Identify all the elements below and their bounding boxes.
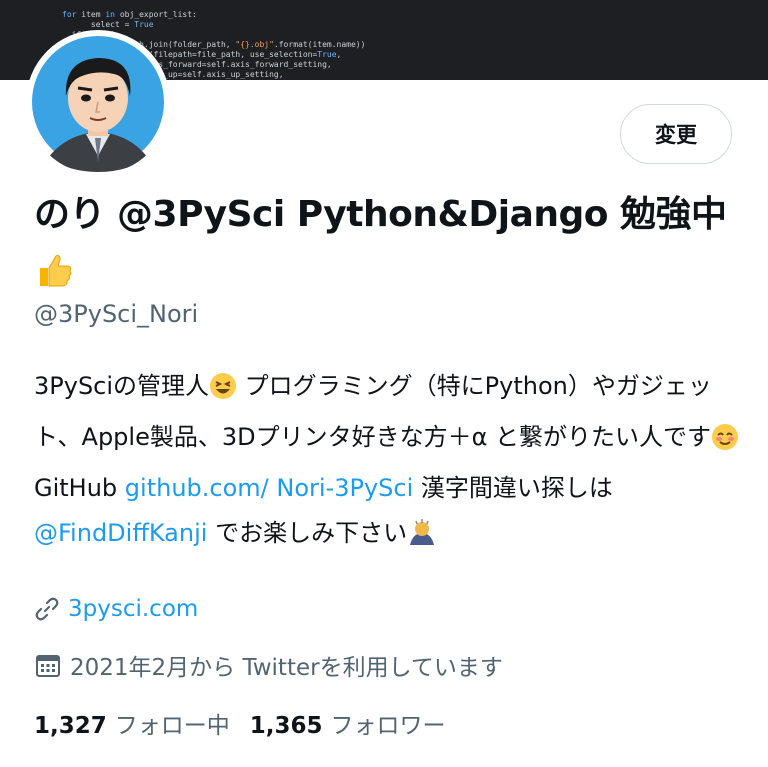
calendar-icon bbox=[34, 651, 62, 679]
followers-count: 1,365 bbox=[249, 713, 323, 739]
avatar-illustration bbox=[32, 36, 164, 172]
username-handle: @3PySci_Nori bbox=[34, 300, 199, 328]
following-label: フォロー中 bbox=[114, 713, 230, 739]
followers-link[interactable]: 1,365 フォロワー bbox=[250, 706, 446, 740]
bio-text-5: でお楽しみ下さい bbox=[207, 519, 408, 547]
bio: 3PySciの管理人 プログラミング（特にPython）やガジェット、Apple… bbox=[34, 364, 744, 562]
smiling-blush-icon bbox=[711, 421, 739, 466]
display-name-text: のり @3PySci Python&Django 勉強中 bbox=[34, 194, 727, 235]
followers-label: フォロワー bbox=[330, 713, 446, 739]
display-name: のり @3PySci Python&Django 勉強中 bbox=[34, 186, 734, 308]
link-icon bbox=[34, 596, 60, 622]
following-link[interactable]: 1,327 フォロー中 bbox=[34, 706, 230, 740]
code-line: select = True bbox=[62, 20, 154, 29]
grinning-squint-icon bbox=[209, 370, 237, 415]
avatar[interactable] bbox=[26, 30, 170, 174]
follow-stats: 1,327 フォロー中 1,365 フォロワー bbox=[34, 706, 466, 740]
joined-row: 2021年2月から Twitterを利用しています bbox=[34, 648, 503, 682]
joined-date: 2021年2月から Twitterを利用しています bbox=[70, 655, 503, 681]
github-link[interactable]: github.com/ Nori-3PySci bbox=[125, 474, 413, 502]
bio-text-1: 3PySciの管理人 bbox=[34, 372, 210, 400]
bio-text-3: GitHub bbox=[34, 474, 125, 502]
website-link[interactable]: 3pysci.com bbox=[68, 596, 198, 622]
website-row: 3pysci.com bbox=[34, 596, 198, 622]
code-line: for item in obj_export_list: bbox=[62, 10, 197, 19]
bio-text-4: 漢字間違い探しは bbox=[413, 474, 613, 502]
edit-profile-button[interactable]: 変更 bbox=[620, 104, 732, 164]
following-count: 1,327 bbox=[34, 713, 107, 739]
bowing-person-icon bbox=[407, 517, 437, 562]
mention-link[interactable]: @FindDiffKanji bbox=[34, 519, 207, 547]
